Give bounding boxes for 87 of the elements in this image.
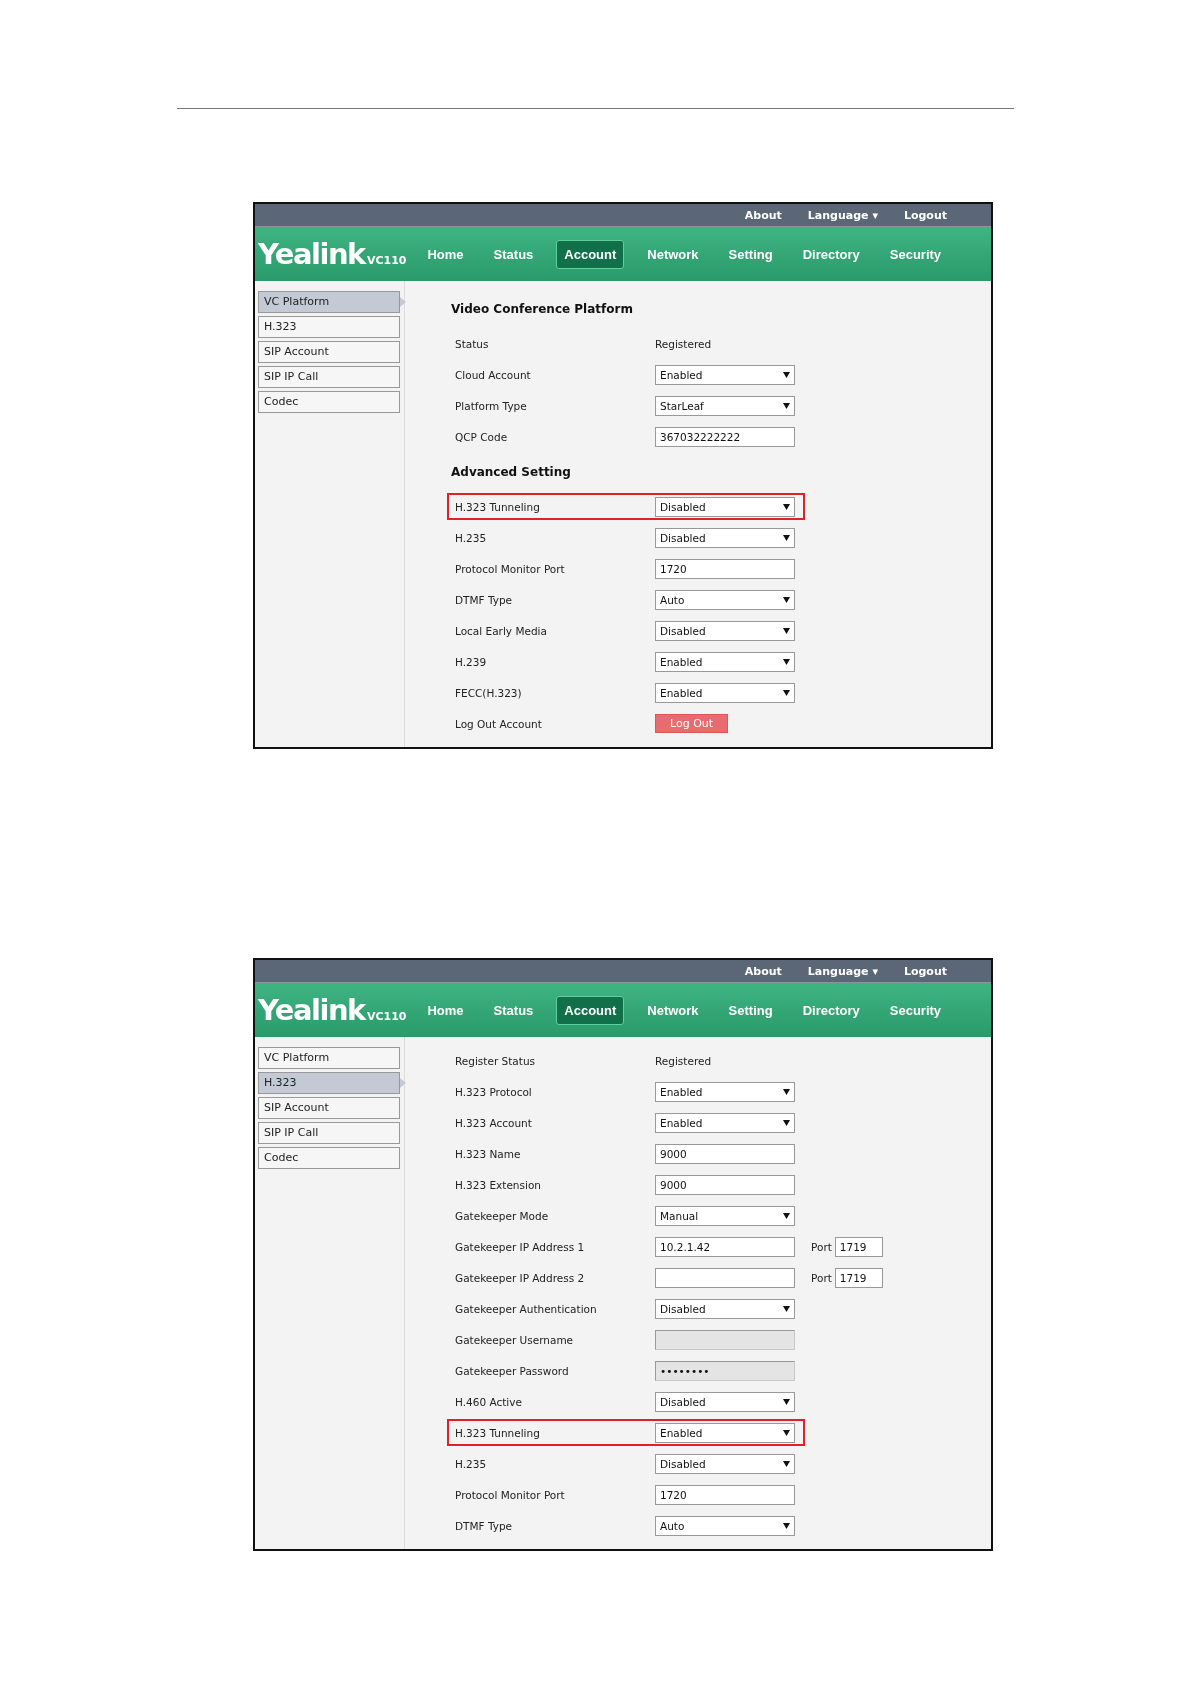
- field-label: H.323 Tunneling: [455, 1426, 541, 1439]
- field-label: H.460 Active: [455, 1395, 523, 1408]
- caret-icon: [783, 503, 790, 510]
- dropdown[interactable]: Disabled: [655, 620, 795, 641]
- input-field[interactable]: [655, 1267, 795, 1288]
- dropdown[interactable]: Disabled: [655, 496, 795, 517]
- input-field[interactable]: 9000: [655, 1143, 795, 1164]
- port-field[interactable]: 1719: [834, 1236, 883, 1257]
- field-label: H.323 Tunneling: [455, 500, 541, 513]
- topbar-link[interactable]: About: [744, 964, 782, 978]
- dropdown[interactable]: Enabled: [655, 1112, 795, 1133]
- input-field[interactable]: 1720: [655, 558, 795, 579]
- caret-icon: [783, 1460, 790, 1467]
- field-label: Gatekeeper Mode: [455, 1209, 550, 1222]
- field-label: Log Out Account: [455, 717, 543, 730]
- topbar-link[interactable]: Logout: [903, 208, 947, 222]
- port-label: Port: [811, 1271, 832, 1284]
- dropdown[interactable]: Disabled: [655, 1298, 795, 1319]
- field-label: Gatekeeper Password: [455, 1364, 570, 1377]
- status-value: Registered: [655, 337, 712, 350]
- dropdown[interactable]: Auto: [655, 1515, 795, 1536]
- caret-icon: [783, 534, 790, 541]
- field-label: Gatekeeper IP Address 1: [455, 1240, 586, 1253]
- caret-icon: [783, 596, 790, 603]
- input-field[interactable]: 1720: [655, 1484, 795, 1505]
- topbar-link[interactable]: Language ▾: [807, 208, 878, 222]
- dropdown[interactable]: Enabled: [655, 682, 795, 703]
- topbar-link[interactable]: Logout: [903, 964, 947, 978]
- topbar-link[interactable]: Language ▾: [807, 964, 878, 978]
- field-label: H.235: [455, 531, 488, 544]
- field-label: H.323 Protocol: [455, 1085, 533, 1098]
- nav-tab[interactable]: Account: [556, 239, 625, 269]
- dropdown[interactable]: Enabled: [655, 1422, 795, 1443]
- caret-icon: [783, 1212, 790, 1219]
- field-label: Platform Type: [455, 399, 528, 412]
- field-label: Gatekeeper IP Address 2: [455, 1271, 586, 1284]
- dropdown[interactable]: Disabled: [655, 1453, 795, 1474]
- logo-text: Yealink: [258, 993, 365, 1027]
- dropdown[interactable]: Auto: [655, 589, 795, 610]
- field-label: Cloud Account: [455, 368, 532, 381]
- field-label: H.323 Name: [455, 1147, 522, 1160]
- caret-icon: [783, 402, 790, 409]
- input-field[interactable]: 10.2.1.42: [655, 1236, 795, 1257]
- logo-text: Yealink: [258, 237, 365, 271]
- section-heading: Advanced Setting: [450, 463, 572, 481]
- nav-tab[interactable]: Account: [556, 995, 625, 1025]
- field-label: FECC(H.323): [455, 686, 523, 699]
- topbar-link[interactable]: About: [744, 208, 782, 222]
- input-field[interactable]: 9000: [655, 1174, 795, 1195]
- caret-icon: [783, 627, 790, 634]
- model-label: VC110: [366, 1010, 407, 1023]
- field-label: H.323 Extension: [455, 1178, 542, 1191]
- caret-icon: [783, 371, 790, 378]
- field-label: H.323 Account: [455, 1116, 533, 1129]
- caret-icon: [783, 1119, 790, 1126]
- field-label: H.235: [455, 1457, 488, 1470]
- dropdown[interactable]: StarLeaf: [655, 395, 795, 416]
- field-label: H.239: [455, 655, 488, 668]
- field-label: Protocol Monitor Port: [455, 1488, 566, 1501]
- caret-icon: [783, 1429, 790, 1436]
- field-label: Gatekeeper Username: [455, 1333, 575, 1346]
- status-value: Registered: [655, 1054, 712, 1067]
- dropdown[interactable]: Enabled: [655, 1081, 795, 1102]
- field-label: Status: [455, 337, 490, 350]
- caret-icon: [783, 658, 790, 665]
- model-label: VC110: [366, 254, 407, 267]
- field-label: QCP Code: [455, 430, 509, 443]
- input-field[interactable]: 367032222222: [655, 426, 795, 447]
- section-heading: Video Conference Platform: [450, 300, 634, 318]
- dropdown[interactable]: Enabled: [655, 651, 795, 672]
- field-label: Local Early Media: [455, 624, 548, 637]
- caret-icon: [783, 1398, 790, 1405]
- field-label: DTMF Type: [455, 593, 514, 606]
- dropdown[interactable]: Manual: [655, 1205, 795, 1226]
- caret-icon: [783, 1522, 790, 1529]
- port-field[interactable]: 1719: [834, 1267, 883, 1288]
- dropdown[interactable]: Enabled: [655, 364, 795, 385]
- field-label: DTMF Type: [455, 1519, 514, 1532]
- caret-icon: [783, 689, 790, 696]
- field-label: Protocol Monitor Port: [455, 562, 566, 575]
- caret-icon: [783, 1305, 790, 1312]
- field-label: Gatekeeper Authentication: [455, 1302, 598, 1315]
- field-label: Register Status: [455, 1054, 537, 1067]
- caret-icon: [783, 1088, 790, 1095]
- dropdown[interactable]: Disabled: [655, 1391, 795, 1412]
- dropdown[interactable]: Disabled: [655, 527, 795, 548]
- port-label: Port: [811, 1240, 832, 1253]
